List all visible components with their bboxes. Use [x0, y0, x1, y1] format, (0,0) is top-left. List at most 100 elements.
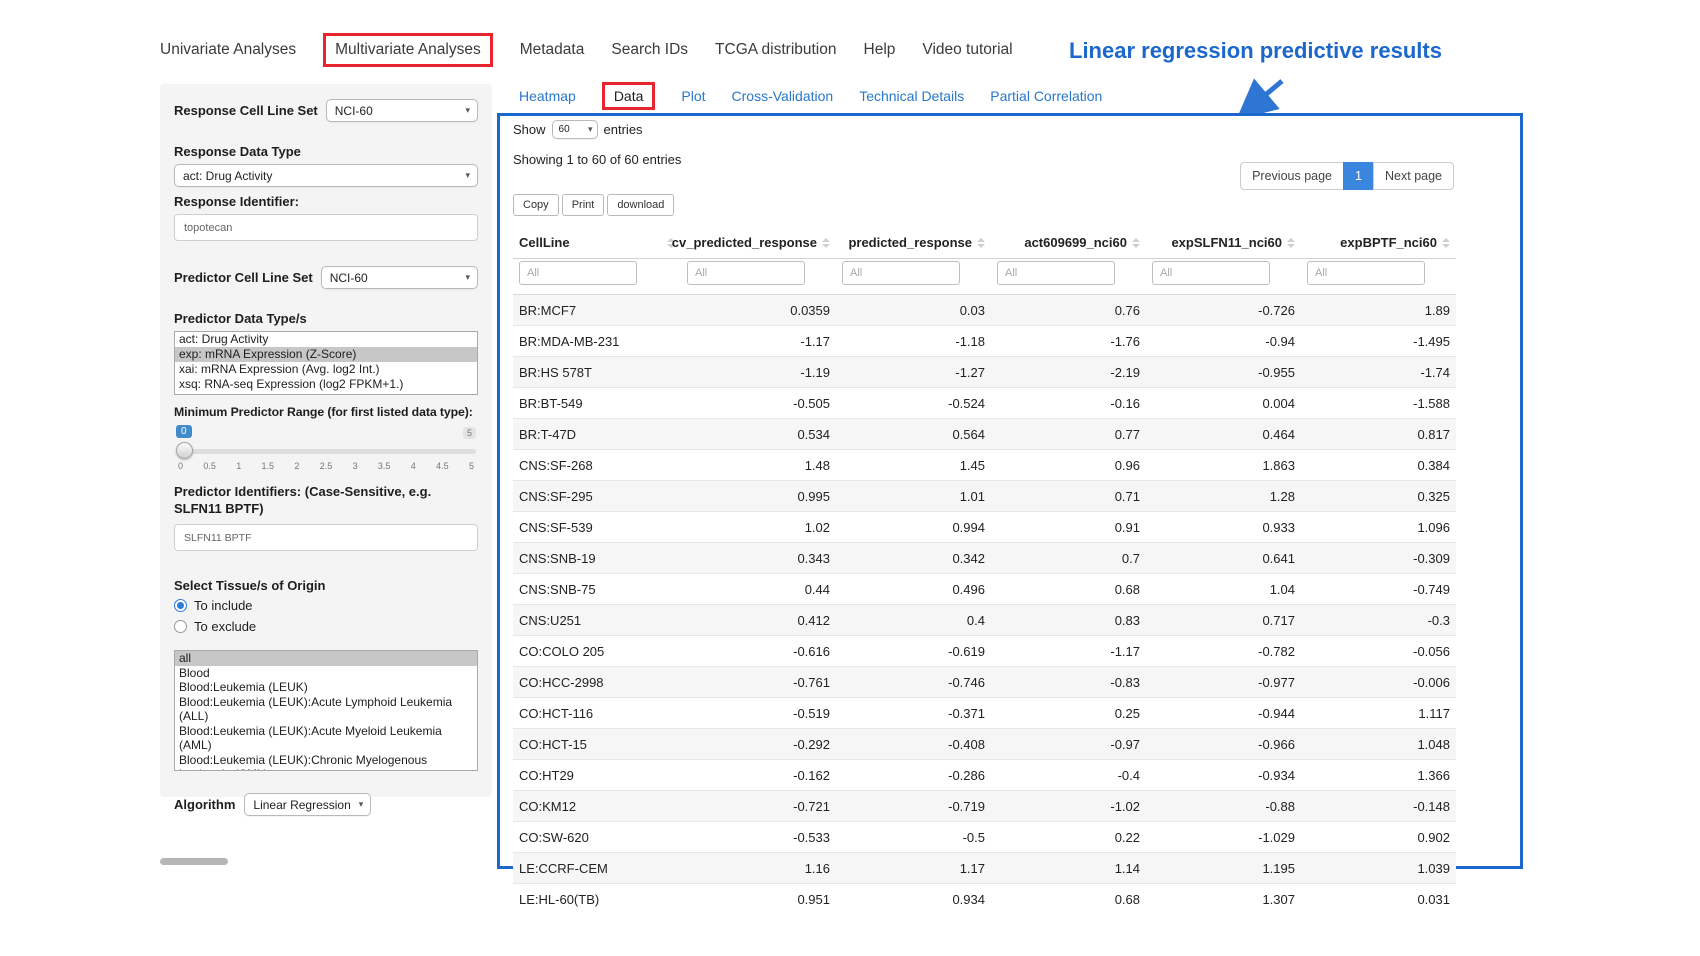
predictor-identifiers-label: Predictor Identifiers: (Case-Sensitive, … [174, 483, 478, 517]
slider-track[interactable] [176, 449, 476, 454]
cell-line-name: CO:KM12 [513, 791, 681, 822]
column-header-cv-predicted-response[interactable]: cv_predicted_response [681, 227, 836, 259]
filter-input-expslfn11-nci60[interactable] [1152, 261, 1270, 285]
cell-value: 0.22 [991, 822, 1146, 853]
cell-value: -1.17 [681, 326, 836, 357]
cell-value: -0.955 [1146, 357, 1301, 388]
nav-item-multivariate-analyses[interactable]: Multivariate Analyses [323, 33, 493, 67]
nav-item-search-ids[interactable]: Search IDs [611, 41, 688, 59]
cell-value: -0.519 [681, 698, 836, 729]
cell-value: -0.977 [1146, 667, 1301, 698]
tissue-radio-to-include[interactable]: To include [174, 598, 478, 613]
chevron-down-icon: ▾ [465, 105, 470, 116]
algorithm-select[interactable]: Linear Regression ▾ [244, 793, 371, 816]
tab-technical-details[interactable]: Technical Details [859, 88, 964, 104]
nav-item-univariate-analyses[interactable]: Univariate Analyses [160, 41, 296, 59]
cell-value: 1.28 [1146, 481, 1301, 512]
column-header-cellline[interactable]: CellLine [513, 227, 681, 259]
cell-value: 0.031 [1301, 884, 1456, 915]
predictor-cell-line-set-field: Predictor Cell Line Set NCI-60 ▾ [174, 266, 478, 289]
tab-partial-correlation[interactable]: Partial Correlation [990, 88, 1102, 104]
entries-per-page-select[interactable]: 60 ▾ [552, 120, 598, 139]
predictor-cell-line-set-value: NCI-60 [330, 271, 368, 285]
cell-value: 0.68 [991, 884, 1146, 915]
column-header-label: expSLFN11_nci60 [1171, 235, 1282, 250]
next-page-button[interactable]: Next page [1373, 162, 1454, 190]
tissue-option[interactable]: all [175, 651, 477, 666]
filter-input-expbptf-nci60[interactable] [1307, 261, 1425, 285]
response-cell-line-set-select[interactable]: NCI-60 ▾ [326, 99, 478, 122]
predictor-data-type-option[interactable]: xsq: RNA-seq Expression (log2 FPKM+1.) [175, 377, 477, 392]
table-body: BR:MCF70.03590.030.76-0.7261.89BR:MDA-MB… [513, 295, 1456, 915]
tab-data[interactable]: Data [602, 82, 656, 110]
tissue-radio-to-exclude[interactable]: To exclude [174, 619, 478, 634]
tissue-option[interactable]: Blood:Leukemia (LEUK):Acute Myeloid Leuk… [175, 724, 477, 753]
radio-icon [174, 620, 187, 633]
response-data-type-select[interactable]: act: Drug Activity ▾ [174, 164, 478, 187]
nav-item-help[interactable]: Help [864, 41, 896, 59]
download-button[interactable]: download [607, 194, 674, 216]
filter-input-predicted-response[interactable] [842, 261, 960, 285]
cell-value: 0.76 [991, 295, 1146, 326]
cell-value: -1.495 [1301, 326, 1456, 357]
table-row: CNS:SF-2681.481.450.961.8630.384 [513, 450, 1456, 481]
sort-icon [1132, 238, 1140, 248]
column-header-expbptf-nci60[interactable]: expBPTF_nci60 [1301, 227, 1456, 259]
cell-value: 0.71 [991, 481, 1146, 512]
filter-cell-expslfn11-nci60 [1146, 259, 1301, 295]
cell-value: 1.307 [1146, 884, 1301, 915]
tissue-option[interactable]: Blood:Leukemia (LEUK):Chronic Myelogenou… [175, 753, 477, 772]
predictor-identifiers-input[interactable] [174, 524, 478, 551]
cell-value: -1.76 [991, 326, 1146, 357]
cell-value: -2.19 [991, 357, 1146, 388]
column-header-act609699-nci60[interactable]: act609699_nci60 [991, 227, 1146, 259]
nav-item-tcga-distribution[interactable]: TCGA distribution [715, 41, 836, 59]
nav-item-video-tutorial[interactable]: Video tutorial [922, 41, 1012, 59]
column-header-predicted-response[interactable]: predicted_response [836, 227, 991, 259]
cell-value: 0.4 [836, 605, 991, 636]
tissue-option[interactable]: Blood [175, 666, 477, 681]
cell-line-name: CNS:SF-539 [513, 512, 681, 543]
tab-plot[interactable]: Plot [681, 88, 705, 104]
cell-value: -0.371 [836, 698, 991, 729]
tissue-option[interactable]: Blood:Leukemia (LEUK):Acute Lymphoid Leu… [175, 695, 477, 724]
cell-value: -0.97 [991, 729, 1146, 760]
cell-value: 0.03 [836, 295, 991, 326]
filter-cell-expbptf-nci60 [1301, 259, 1456, 295]
predictor-cell-line-set-select[interactable]: NCI-60 ▾ [321, 266, 478, 289]
print-button[interactable]: Print [562, 194, 605, 216]
filter-input-cellline[interactable] [519, 261, 637, 285]
predictor-data-type-option[interactable]: xai: mRNA Expression (Avg. log2 Int.) [175, 362, 477, 377]
cell-value: 0.564 [836, 419, 991, 450]
min-predictor-range-slider[interactable]: 0 5 00.511.522.533.544.55 [176, 425, 476, 475]
column-header-label: act609699_nci60 [1024, 235, 1127, 250]
show-entries-prefix: Show [513, 122, 546, 137]
predictor-data-types-listbox[interactable]: act: Drug Activityexp: mRNA Expression (… [174, 331, 478, 395]
column-header-expslfn11-nci60[interactable]: expSLFN11_nci60 [1146, 227, 1301, 259]
slider-handle[interactable] [176, 442, 193, 459]
previous-page-button[interactable]: Previous page [1240, 162, 1344, 190]
predictor-data-type-option[interactable]: exp: mRNA Expression (Z-Score) [175, 347, 477, 362]
response-identifier-input[interactable] [174, 214, 478, 241]
cell-value: -0.286 [836, 760, 991, 791]
tissue-radio-group: To include To exclude [174, 598, 478, 634]
cell-value: 1.048 [1301, 729, 1456, 760]
filter-input-act609699-nci60[interactable] [997, 261, 1115, 285]
cell-value: -0.749 [1301, 574, 1456, 605]
predictor-data-type-option[interactable]: act: Drug Activity [175, 332, 477, 347]
tissue-listbox[interactable]: allBloodBlood:Leukemia (LEUK)Blood:Leuke… [174, 650, 478, 771]
cell-value: 0.44 [681, 574, 836, 605]
table-row: CO:KM12-0.721-0.719-1.02-0.88-0.148 [513, 791, 1456, 822]
filter-cell-act609699-nci60 [991, 259, 1146, 295]
page-1-button[interactable]: 1 [1343, 162, 1374, 190]
tissue-option[interactable]: Blood:Leukemia (LEUK) [175, 680, 477, 695]
cell-value: 0.68 [991, 574, 1146, 605]
tab-cross-validation[interactable]: Cross-Validation [732, 88, 834, 104]
nav-item-metadata[interactable]: Metadata [520, 41, 585, 59]
cell-value: 0.325 [1301, 481, 1456, 512]
cell-value: -1.17 [991, 636, 1146, 667]
copy-button[interactable]: Copy [513, 194, 559, 216]
slider-tick-label: 0.5 [203, 461, 216, 471]
tab-heatmap[interactable]: Heatmap [519, 88, 576, 104]
filter-input-cv-predicted-response[interactable] [687, 261, 805, 285]
